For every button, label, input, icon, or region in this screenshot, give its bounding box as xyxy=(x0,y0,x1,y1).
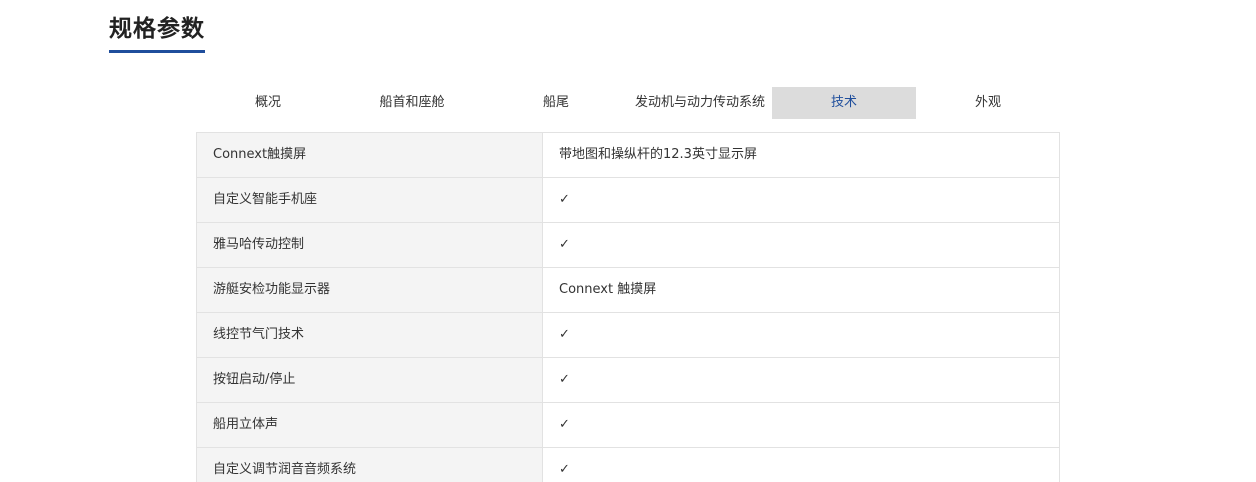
spec-label: 按钮启动/停止 xyxy=(197,358,543,402)
tab-exterior[interactable]: 外观 xyxy=(916,87,1060,119)
table-row: 船用立体声 ✓ xyxy=(197,403,1059,448)
spec-label: 自定义智能手机座 xyxy=(197,178,543,222)
spec-label: 船用立体声 xyxy=(197,403,543,447)
tab-overview[interactable]: 概况 xyxy=(196,87,340,119)
tab-engine-drivetrain[interactable]: 发动机与动力传动系统 xyxy=(628,87,772,119)
checkmark-icon: ✓ xyxy=(559,372,570,387)
spec-value: 带地图和操纵杆的12.3英寸显示屏 xyxy=(559,147,757,162)
table-row: 游艇安检功能显示器 Connext 触摸屏 xyxy=(197,268,1059,313)
tab-stern[interactable]: 船尾 xyxy=(484,87,628,119)
spec-page: 规格参数 概况 船首和座舱 船尾 发动机与动力传动系统 技术 外观 Connex… xyxy=(0,0,1256,482)
checkmark-icon: ✓ xyxy=(559,417,570,432)
page-title: 规格参数 xyxy=(109,14,205,53)
table-row: Connext触摸屏 带地图和操纵杆的12.3英寸显示屏 xyxy=(197,133,1059,178)
spec-label: 线控节气门技术 xyxy=(197,313,543,357)
checkmark-icon: ✓ xyxy=(559,327,570,342)
table-row: 雅马哈传动控制 ✓ xyxy=(197,223,1059,268)
checkmark-icon: ✓ xyxy=(559,237,570,252)
table-row: 自定义智能手机座 ✓ xyxy=(197,178,1059,223)
table-row: 自定义调节润音音频系统 ✓ xyxy=(197,448,1059,482)
spec-table: Connext触摸屏 带地图和操纵杆的12.3英寸显示屏 自定义智能手机座 ✓ … xyxy=(196,132,1060,482)
spec-tabs: 概况 船首和座舱 船尾 发动机与动力传动系统 技术 外观 xyxy=(196,87,1060,119)
spec-label: Connext触摸屏 xyxy=(197,133,543,177)
spec-label: 游艇安检功能显示器 xyxy=(197,268,543,312)
spec-label: 雅马哈传动控制 xyxy=(197,223,543,267)
spec-label: 自定义调节润音音频系统 xyxy=(197,448,543,482)
table-row: 线控节气门技术 ✓ xyxy=(197,313,1059,358)
checkmark-icon: ✓ xyxy=(559,192,570,207)
table-row: 按钮启动/停止 ✓ xyxy=(197,358,1059,403)
tab-technology[interactable]: 技术 xyxy=(772,87,916,119)
checkmark-icon: ✓ xyxy=(559,462,570,477)
tab-bow-cockpit[interactable]: 船首和座舱 xyxy=(340,87,484,119)
spec-value: Connext 触摸屏 xyxy=(559,282,657,297)
